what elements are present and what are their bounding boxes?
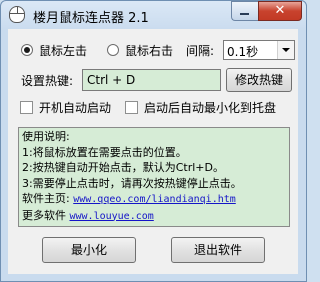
minimize-tray-label[interactable]: 启动后自动最小化到托盘: [144, 99, 276, 116]
minimize-window-button[interactable]: [231, 1, 258, 21]
minimize-tray-checkbox[interactable]: [125, 101, 138, 114]
client-area: 鼠标左击 鼠标右击 间隔: 0.1秒 设置热键: Ctrl + D 修改热键 开…: [8, 29, 298, 274]
hotkey-value: Ctrl + D: [87, 73, 136, 87]
hotkey-label: 设置热键:: [21, 74, 74, 88]
mouse-icon: [9, 6, 25, 23]
instruction-line: 2:按热键自动开始点击，默认为Ctrl+D。: [22, 161, 224, 174]
autostart-label[interactable]: 开机自动启动: [39, 99, 111, 116]
window-title: 楼月鼠标连点器 2.1: [33, 11, 149, 26]
title-bar[interactable]: 楼月鼠标连点器 2.1 ✕: [1, 1, 306, 29]
modify-hotkey-button[interactable]: 修改热键: [226, 68, 292, 92]
minimize-button[interactable]: 最小化: [42, 237, 136, 263]
instructions-panel: 使用说明: 1:将鼠标放置在需要点击的位置。 2:按热键自动开始点击，默认为Ct…: [18, 127, 290, 227]
left-click-label[interactable]: 鼠标左击: [39, 42, 87, 59]
interval-label: 间隔:: [186, 44, 215, 58]
homepage-link[interactable]: www.qqeo.com/liandianqi.htm: [73, 194, 236, 205]
right-click-label[interactable]: 鼠标右击: [125, 42, 173, 59]
right-click-radio[interactable]: [107, 44, 119, 56]
interval-select[interactable]: 0.1秒: [223, 40, 295, 60]
chevron-down-icon[interactable]: [277, 41, 294, 59]
app-window: 楼月鼠标连点器 2.1 ✕ 鼠标左击 鼠标右击 间隔: 0.1秒 设置热键: C…: [0, 0, 307, 282]
instruction-line: 3:需要停止点击时，请再次按热键停止点击。: [22, 176, 242, 190]
close-icon: ✕: [274, 3, 286, 18]
more-software-label: 更多软件: [22, 208, 66, 222]
exit-button[interactable]: 退出软件: [171, 237, 265, 263]
autostart-checkbox[interactable]: [20, 101, 33, 114]
homepage-label: 软件主页:: [22, 192, 70, 205]
instruction-line: 1:将鼠标放置在需要点击的位置。: [22, 145, 187, 159]
close-window-button[interactable]: ✕: [258, 1, 302, 21]
hotkey-field[interactable]: Ctrl + D: [82, 69, 221, 91]
instructions-heading: 使用说明:: [22, 130, 70, 143]
more-software-link[interactable]: www.louyue.com: [70, 211, 154, 222]
left-click-radio[interactable]: [21, 44, 33, 56]
interval-value: 0.1秒: [227, 45, 259, 59]
